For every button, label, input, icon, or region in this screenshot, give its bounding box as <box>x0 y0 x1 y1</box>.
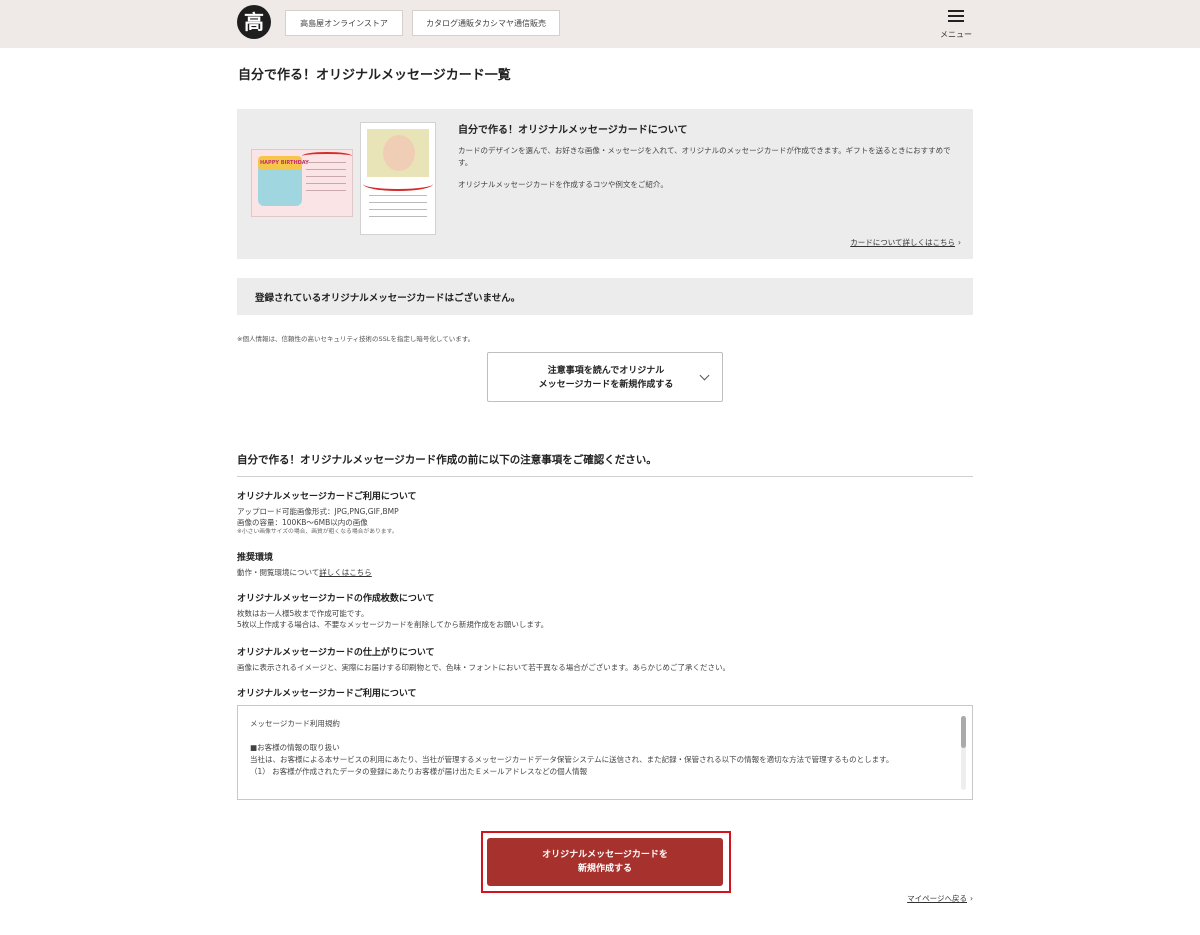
no-cards-message: 登録されているオリジナルメッセージカードはございません。 <box>237 278 973 315</box>
card-details-link[interactable]: カードについて詳しくはこちら <box>850 237 961 248</box>
create-card-button[interactable]: オリジナルメッセージカードを 新規作成する <box>487 838 723 886</box>
mypage-link[interactable]: マイページへ戻る <box>907 893 973 904</box>
terms-line: ■お客様の情報の取り扱い <box>250 743 340 752</box>
intro-tips: オリジナルメッセージカードを作成するコツや例文をご紹介。 <box>458 180 668 189</box>
env-section: 推奨環境 動作・閲覧環境について詳しくはこちら <box>237 553 372 577</box>
terms-scrollbar[interactable] <box>961 716 966 790</box>
terms-title: メッセージカード利用規約 <box>250 719 340 728</box>
accordion-label: 注意事項を読んでオリジナル メッセージカードを新規作成する <box>538 366 674 390</box>
env-details-link[interactable]: 詳しくはこちら <box>319 568 372 577</box>
terms-line: （1） お客様が作成されたデータの登録にあたりお客様が届け出たＥメールアドレスな… <box>250 767 588 776</box>
hamburger-icon <box>948 10 964 23</box>
card-image-text: HAPPY BIRTHDAY <box>260 160 309 166</box>
notice-accordion-button[interactable]: 注意事項を読んでオリジナル メッセージカードを新規作成する <box>487 352 723 402</box>
page-title: 自分で作る！オリジナルメッセージカード一覧 <box>238 68 511 83</box>
intro-description: カードのデザインを選んで、お好きな画像・メッセージを入れて、オリジナルのメッセー… <box>458 146 951 167</box>
menu-label: メニュー <box>940 30 972 39</box>
terms-scrollbox[interactable]: メッセージカード利用規約 ■お客様の情報の取り扱い 当社は、お客様による本サービ… <box>237 705 973 800</box>
birthday-card-image: HAPPY BIRTHDAY <box>251 149 353 217</box>
finish-section: オリジナルメッセージカードの仕上がりについて 画像に表示されるイメージと、実際に… <box>237 648 731 672</box>
menu-button[interactable]: メニュー <box>936 10 976 40</box>
site-header: 高 高島屋オンラインストア カタログ通販タカシマヤ通信販売 メニュー <box>0 0 1200 48</box>
usage-section: オリジナルメッセージカードご利用について アップロード可能画像形式：JPG,PN… <box>237 492 417 535</box>
takashimaya-logo[interactable]: 高 <box>237 5 271 39</box>
online-store-link[interactable]: 高島屋オンラインストア <box>285 10 403 36</box>
divider <box>237 476 973 477</box>
baby-card-image <box>360 122 436 235</box>
terms-heading: オリジナルメッセージカードご利用について <box>237 689 417 699</box>
count-section: オリジナルメッセージカードの作成枚数について 枚数はお一人様5枚まで作成可能です… <box>237 594 549 629</box>
terms-line: 当社は、お客様による本サービスの利用にあたり、当社が管理するメッセージカードデー… <box>250 755 894 764</box>
catalog-store-link[interactable]: カタログ通販タカシマヤ通信販売 <box>412 10 560 36</box>
intro-box: HAPPY BIRTHDAY 自分で作る！オリジナルメッセージカードについて カ… <box>237 109 973 259</box>
notice-title: 自分で作る！オリジナルメッセージカード作成の前に以下の注意事項をご確認ください。 <box>237 454 657 466</box>
intro-title: 自分で作る！オリジナルメッセージカードについて <box>458 125 688 136</box>
ssl-note: ※個人情報は、信頼性の高いセキュリティ技術のSSLを指定し暗号化しています。 <box>237 335 475 343</box>
